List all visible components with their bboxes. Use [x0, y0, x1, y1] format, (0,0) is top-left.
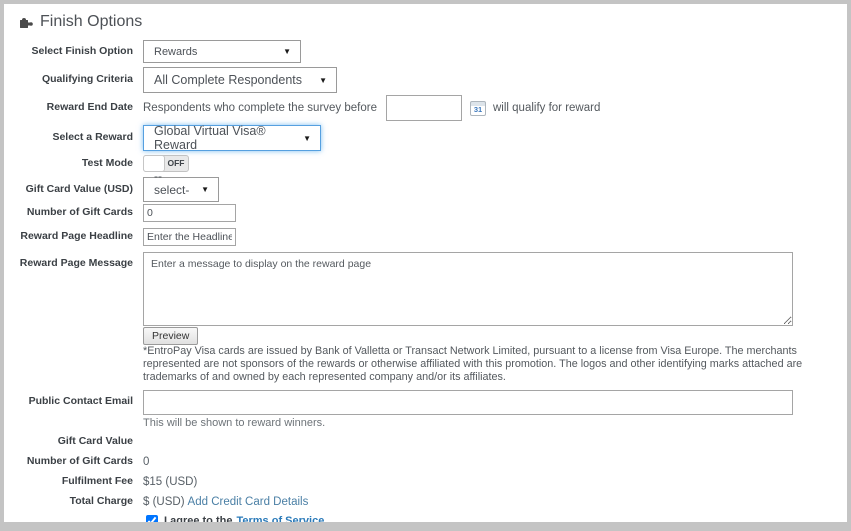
- row-select-a-reward: Select a Reward Global Virtual Visa® Rew…: [4, 125, 847, 151]
- reward-end-date-prefix: Respondents who complete the survey befo…: [143, 102, 377, 114]
- total-charge-amount: $ (USD): [143, 496, 185, 508]
- summary-gift-card-value-label: Gift Card Value: [4, 435, 133, 448]
- finish-options-panel: Finish Options Select Finish Option Rewa…: [4, 4, 847, 522]
- row-select-finish-option: Select Finish Option Rewards: [4, 40, 847, 63]
- calendar-icon[interactable]: 31: [470, 101, 486, 116]
- test-mode-label: Test Mode: [4, 157, 133, 170]
- number-of-gift-cards-input[interactable]: [143, 204, 236, 222]
- toggle-knob: [143, 155, 165, 172]
- summary-total-charge: $ (USD)Add Credit Card Details: [143, 496, 308, 508]
- agreement-text: I agree to the: [164, 515, 232, 522]
- gift-card-value-label: Gift Card Value (USD): [4, 183, 133, 196]
- select-a-reward-label: Select a Reward: [4, 131, 133, 144]
- page-title-text: Finish Options: [40, 13, 142, 31]
- public-contact-email-helper: This will be shown to reward winners.: [143, 417, 793, 429]
- agreement-row: I agree to the Terms of Service: [143, 515, 847, 522]
- row-public-contact-email: Public Contact Email This will be shown …: [4, 390, 847, 429]
- test-mode-toggle[interactable]: OFF: [143, 155, 189, 172]
- finish-option-value: Rewards: [154, 46, 197, 58]
- reward-page-headline-label: Reward Page Headline: [4, 230, 133, 243]
- summary-number-of-gift-cards-label: Number of Gift Cards: [4, 455, 133, 468]
- row-number-of-gift-cards: Number of Gift Cards: [4, 204, 847, 222]
- row-reward-page-message: Reward Page Message: [4, 252, 847, 326]
- summary-row-fulfilment-fee: Fulfilment Fee $15 (USD): [4, 475, 847, 489]
- reward-page-headline-input[interactable]: [143, 228, 236, 246]
- row-reward-end-date: Reward End Date Respondents who complete…: [4, 95, 847, 121]
- summary-fulfilment-fee-label: Fulfilment Fee: [4, 475, 133, 488]
- summary-fulfilment-fee: $15 (USD): [143, 476, 197, 488]
- puzzle-piece-icon: [19, 16, 33, 29]
- row-test-mode: Test Mode OFF: [4, 155, 847, 172]
- terms-of-service-link[interactable]: Terms of Service: [236, 515, 324, 522]
- reward-end-date-label: Reward End Date: [4, 101, 133, 114]
- public-contact-email-label: Public Contact Email: [4, 390, 133, 408]
- summary-number-of-gift-cards: 0: [143, 456, 149, 468]
- qualifying-criteria-select[interactable]: All Complete Respondents: [143, 67, 337, 93]
- preview-button-wrap: Preview: [143, 326, 847, 345]
- row-gift-card-value: Gift Card Value (USD) --select--: [4, 177, 847, 202]
- summary-row-total-charge: Total Charge $ (USD)Add Credit Card Deta…: [4, 495, 847, 509]
- number-of-gift-cards-label: Number of Gift Cards: [4, 206, 133, 219]
- calendar-icon-day: 31: [474, 105, 482, 114]
- summary-total-charge-label: Total Charge: [4, 495, 133, 508]
- agree-checkbox[interactable]: [146, 515, 158, 522]
- row-qualifying-criteria: Qualifying Criteria All Complete Respond…: [4, 67, 847, 93]
- reward-page-message-label: Reward Page Message: [4, 252, 133, 270]
- finish-option-label: Select Finish Option: [4, 45, 133, 58]
- reward-select-value: Global Virtual Visa® Reward: [154, 124, 295, 152]
- page-title: Finish Options: [4, 4, 847, 40]
- reward-end-date-input[interactable]: [386, 95, 462, 121]
- qualifying-criteria-value: All Complete Respondents: [154, 73, 302, 87]
- qualifying-criteria-label: Qualifying Criteria: [4, 73, 133, 86]
- preview-button[interactable]: Preview: [143, 327, 198, 345]
- row-reward-page-headline: Reward Page Headline: [4, 228, 847, 246]
- add-credit-card-details-link[interactable]: Add Credit Card Details: [188, 496, 309, 508]
- gift-card-value-select[interactable]: --select--: [143, 177, 219, 202]
- finish-option-select[interactable]: Rewards: [143, 40, 301, 63]
- summary-row-gift-card-value: Gift Card Value: [4, 435, 847, 449]
- entropay-disclaimer: *EntroPay Visa cards are issued by Bank …: [143, 345, 843, 385]
- reward-page-message-textarea[interactable]: [143, 252, 793, 326]
- summary-row-number-of-gift-cards: Number of Gift Cards 0: [4, 455, 847, 469]
- public-contact-email-input[interactable]: [143, 390, 793, 415]
- reward-select[interactable]: Global Virtual Visa® Reward: [143, 125, 321, 151]
- toggle-state-label: OFF: [164, 156, 188, 171]
- reward-end-date-suffix: will qualify for reward: [493, 102, 600, 114]
